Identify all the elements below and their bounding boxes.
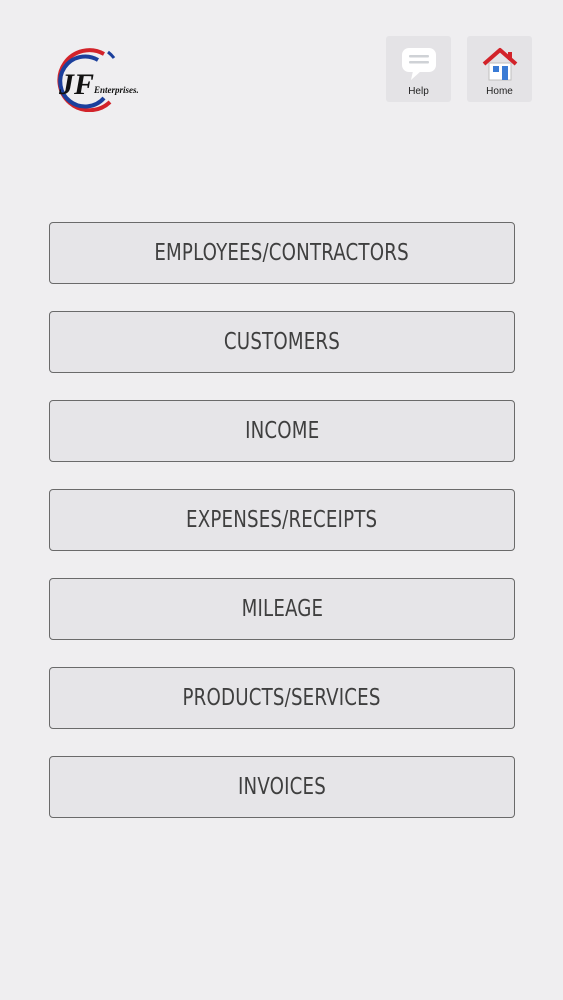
- help-label: Help: [408, 86, 429, 97]
- home-button[interactable]: Home: [467, 36, 532, 102]
- invoices-button[interactable]: INVOICES: [49, 756, 515, 818]
- svg-text:Enterprises.: Enterprises.: [93, 85, 139, 95]
- company-logo: JF Enterprises.: [46, 42, 156, 112]
- mileage-button[interactable]: MILEAGE: [49, 578, 515, 640]
- expenses-receipts-button[interactable]: EXPENSES/RECEIPTS: [49, 489, 515, 551]
- svg-text:JF: JF: [58, 68, 94, 101]
- help-button[interactable]: Help: [386, 36, 451, 102]
- main-menu: EMPLOYEES/CONTRACTORS CUSTOMERS INCOME E…: [49, 222, 515, 845]
- products-services-button[interactable]: PRODUCTS/SERVICES: [49, 667, 515, 729]
- employees-contractors-button[interactable]: EMPLOYEES/CONTRACTORS: [49, 222, 515, 284]
- home-label: Home: [486, 86, 513, 97]
- menu-item-label: CUSTOMERS: [223, 329, 341, 355]
- menu-item-label: EXPENSES/RECEIPTS: [186, 507, 378, 533]
- customers-button[interactable]: CUSTOMERS: [49, 311, 515, 373]
- chat-bubble-icon: [399, 44, 439, 84]
- menu-item-label: EMPLOYEES/CONTRACTORS: [154, 240, 410, 266]
- menu-item-label: MILEAGE: [241, 596, 323, 622]
- menu-item-label: INVOICES: [238, 774, 326, 800]
- menu-item-label: INCOME: [244, 418, 320, 444]
- income-button[interactable]: INCOME: [49, 400, 515, 462]
- menu-item-label: PRODUCTS/SERVICES: [182, 685, 382, 711]
- house-icon: [480, 44, 520, 84]
